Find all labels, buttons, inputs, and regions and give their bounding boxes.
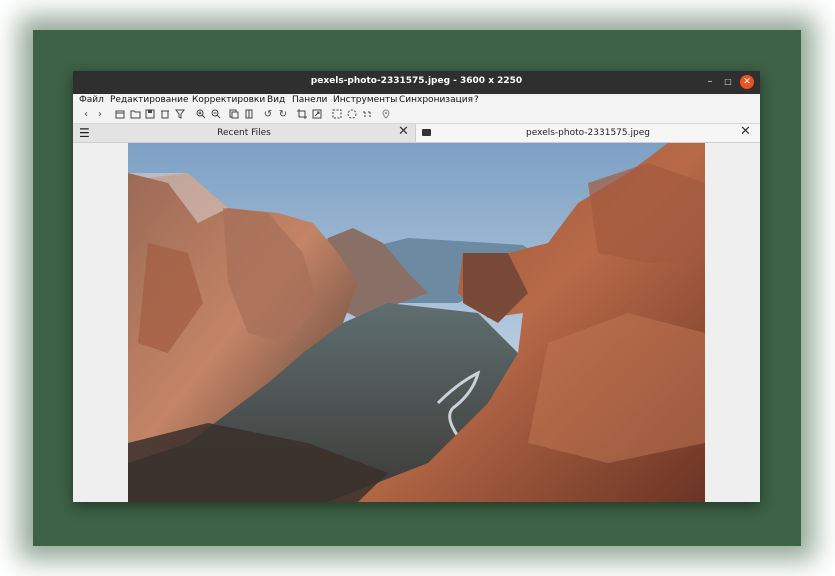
location-icon[interactable] [380, 109, 392, 121]
tab-image[interactable]: pexels-photo-2331575.jpeg ✕ [416, 124, 760, 142]
menu-tools[interactable]: Инструменты [333, 95, 397, 105]
title-bar[interactable]: pexels-photo-2331575.jpeg - 3600 x 2250 … [73, 71, 760, 94]
arrow-right-icon[interactable]: › [94, 109, 106, 121]
menu-adjustments[interactable]: Корректировки [192, 95, 265, 105]
menu-view[interactable]: Вид [267, 95, 285, 105]
arrow-left-icon[interactable]: ‹ [80, 109, 92, 121]
menu-edit[interactable]: Редактирование [110, 95, 189, 105]
menu-file[interactable]: Файл [79, 95, 104, 105]
open-folder-icon[interactable] [129, 109, 141, 121]
close-button[interactable]: ✕ [740, 75, 754, 89]
menu-bar: Файл Редактирование Корректировки Вид Па… [73, 94, 760, 108]
canyon-photo [128, 143, 705, 502]
image-viewer[interactable] [73, 143, 760, 502]
menu-sync[interactable]: Синхронизация [399, 95, 473, 105]
zoom-in-icon[interactable] [195, 109, 207, 121]
tab-recent-files[interactable]: ☰ Recent Files ✕ [73, 124, 416, 142]
rotate-right-icon[interactable]: ↻ [277, 109, 289, 121]
toolbar: ‹ › ↺ ↻ [73, 108, 760, 124]
zoom-out-icon[interactable] [210, 109, 222, 121]
minimize-button[interactable]: – [703, 75, 717, 89]
tab-recent-files-label: Recent Files [217, 128, 271, 138]
delete-icon[interactable] [159, 109, 171, 121]
tab-image-label: pexels-photo-2331575.jpeg [526, 128, 650, 138]
crop-icon[interactable] [296, 109, 308, 121]
save-icon[interactable] [144, 109, 156, 121]
close-tab-icon[interactable]: ✕ [398, 125, 409, 139]
paste-icon[interactable] [243, 109, 255, 121]
menu-help[interactable]: ? [474, 95, 479, 105]
maximize-button[interactable]: □ [721, 75, 735, 89]
app-window: pexels-photo-2331575.jpeg - 3600 x 2250 … [73, 71, 760, 502]
menu-panels[interactable]: Панели [292, 95, 327, 105]
window-title: pexels-photo-2331575.jpeg - 3600 x 2250 [310, 76, 523, 86]
filter-icon[interactable] [174, 109, 186, 121]
select-all-icon[interactable] [331, 109, 343, 121]
copy-icon[interactable] [228, 109, 240, 121]
resize-icon[interactable] [311, 109, 323, 121]
close-tab-icon[interactable]: ✕ [740, 125, 751, 139]
new-window-icon[interactable] [114, 109, 126, 121]
select-lasso-icon[interactable] [361, 109, 373, 121]
rotate-left-icon[interactable]: ↺ [262, 109, 274, 121]
select-icon[interactable] [346, 109, 358, 121]
tab-bar: ☰ Recent Files ✕ pexels-photo-2331575.jp… [73, 124, 760, 143]
